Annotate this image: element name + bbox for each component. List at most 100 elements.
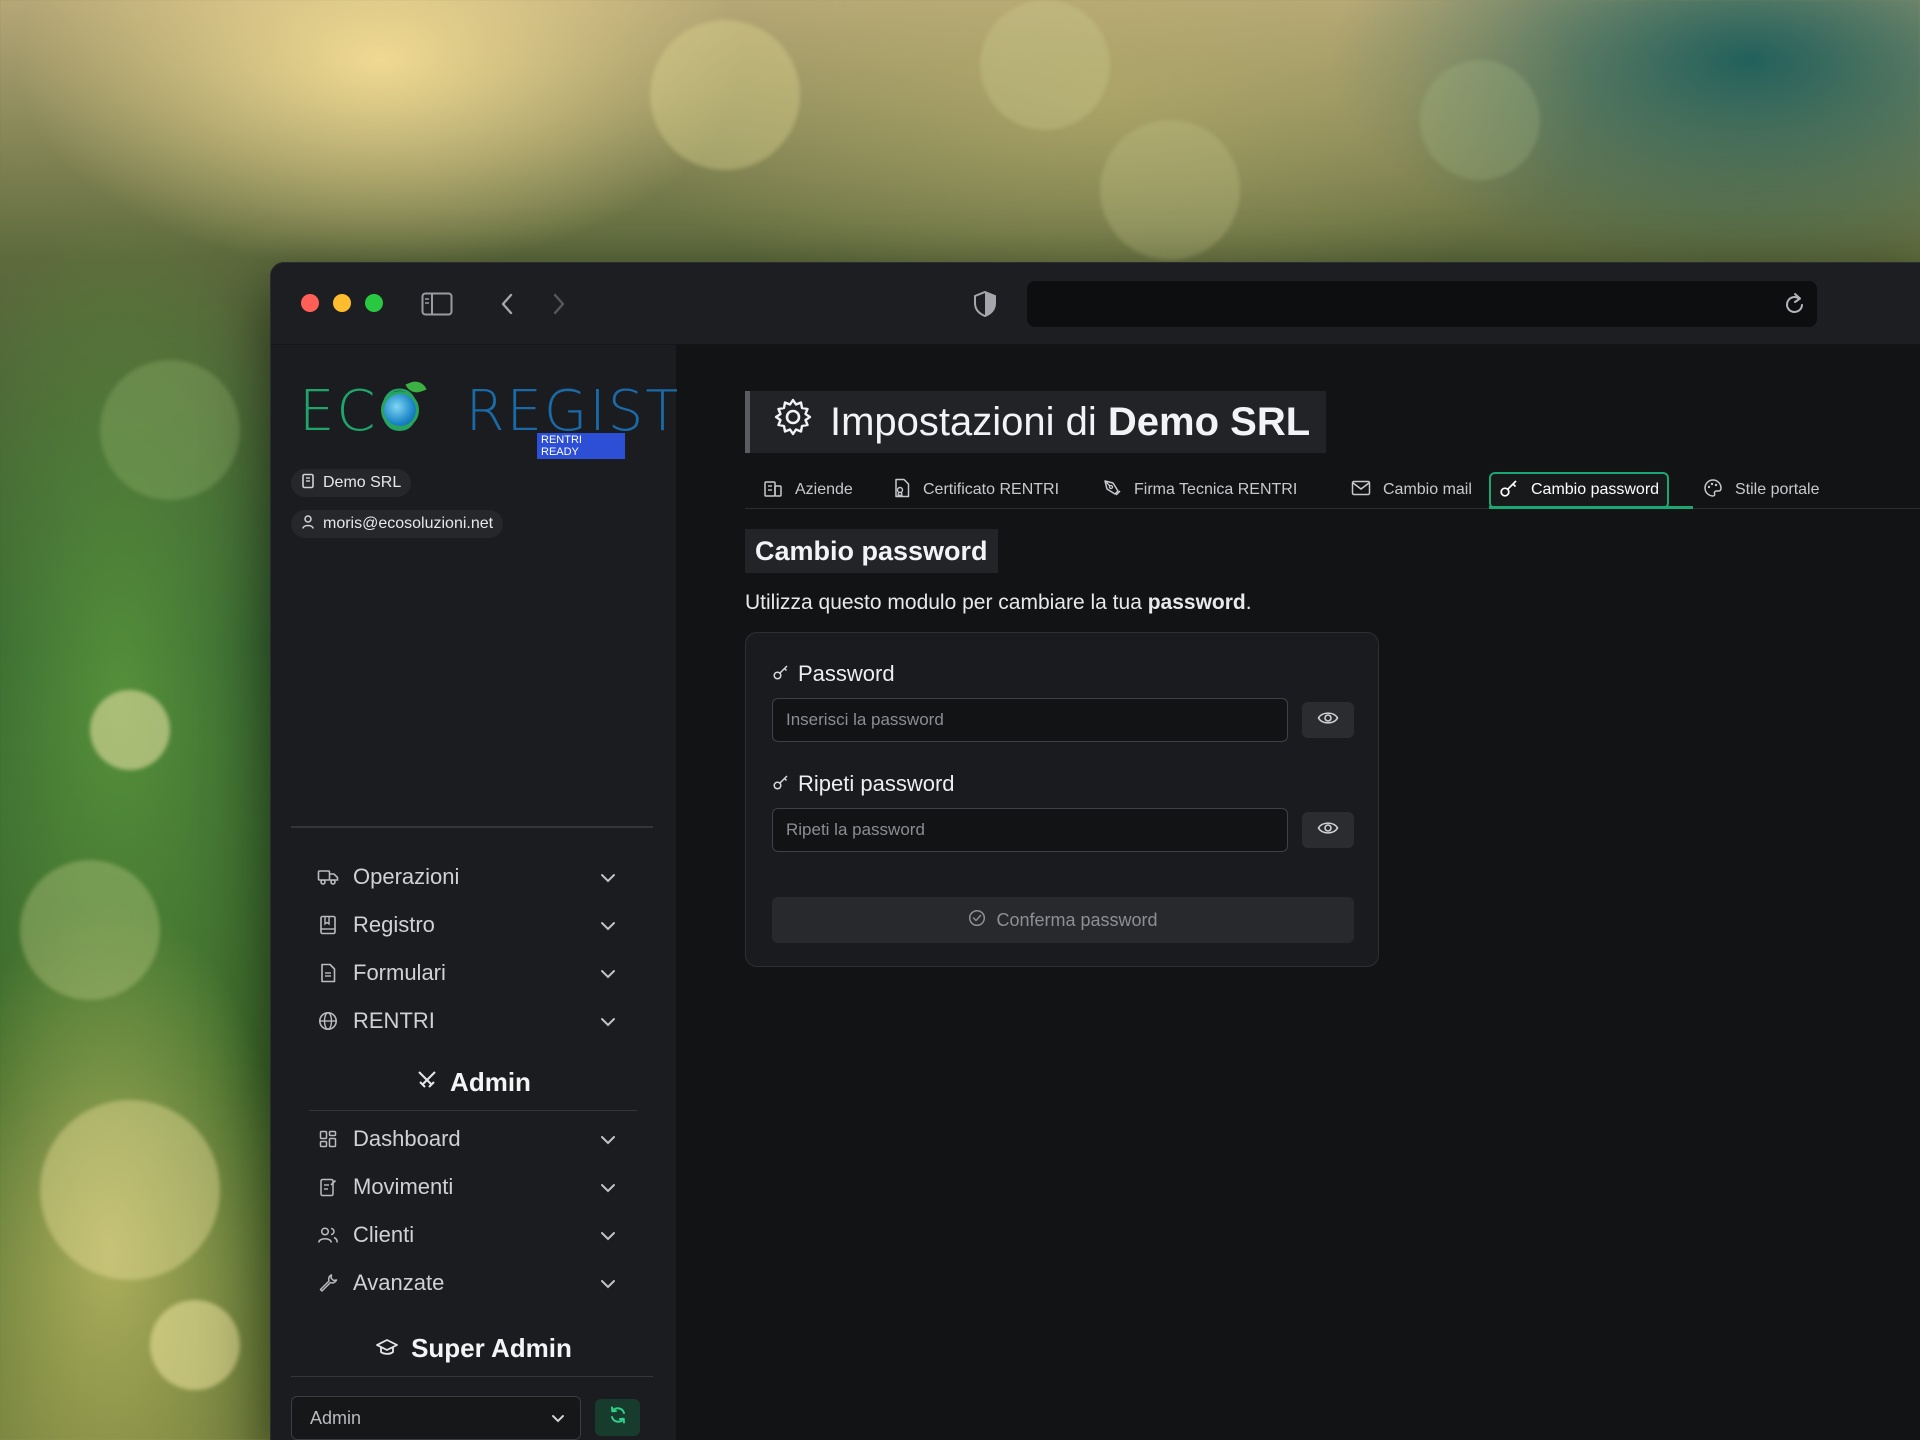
password-label: Password	[772, 661, 895, 687]
password-form-card: Password Inserisci la password Ripeti pa…	[745, 632, 1379, 967]
address-bar[interactable]	[1027, 281, 1817, 327]
password-placeholder: Inserisci la password	[786, 710, 944, 729]
nav-item-dashboard[interactable]: Dashboard	[317, 1121, 629, 1157]
tab-cambio-mail[interactable]: Cambio mail	[1351, 471, 1472, 509]
window-controls	[301, 294, 383, 312]
tab-label: Stile portale	[1735, 481, 1820, 498]
close-window-button[interactable]	[301, 294, 319, 312]
sidebar: ECO REGISTRI RENTRI READY Demo SRL moris@…	[271, 345, 739, 1440]
super-admin-title-text: Super Admin	[411, 1333, 572, 1363]
minimize-window-button[interactable]	[333, 294, 351, 312]
email-chip: moris@ecosoluzioni.net	[291, 510, 504, 538]
wrench-icon	[317, 1272, 339, 1294]
nav-item-clienti[interactable]: Clienti	[317, 1217, 629, 1253]
tab-stile-portale[interactable]: Stile portale	[1703, 471, 1820, 509]
confirm-password-label: Conferma password	[996, 909, 1158, 930]
chevron-down-icon	[599, 1177, 617, 1203]
company-chip: Demo SRL	[291, 469, 412, 497]
role-select-value: Admin	[310, 1407, 362, 1428]
browser-titlebar	[271, 263, 1920, 345]
section-description: Utilizza questo modulo per cambiare la t…	[745, 591, 1252, 615]
admin-title-text: Admin	[450, 1067, 531, 1097]
description-bold: password	[1147, 591, 1246, 614]
tab-aziende[interactable]: Aziende	[763, 471, 853, 509]
role-select[interactable]: Admin	[291, 1396, 581, 1440]
refresh-icon	[608, 1405, 628, 1430]
super-admin-section-title: Super Admin	[271, 1333, 676, 1364]
globe-logo-icon	[381, 391, 419, 429]
nav-label: Registro	[353, 912, 435, 937]
browser-window: ECO REGISTRI RENTRI READY Demo SRL moris@…	[270, 262, 1920, 1440]
forward-icon[interactable]	[543, 289, 575, 319]
confirm-password-button[interactable]: Conferma password	[772, 897, 1354, 943]
reload-icon[interactable]	[1783, 291, 1807, 322]
repeat-password-input[interactable]: Ripeti la password	[772, 808, 1288, 852]
chevron-down-icon	[599, 915, 617, 941]
description-text: Utilizza questo modulo per cambiare la t…	[745, 591, 1148, 614]
truck-icon	[317, 866, 339, 888]
super-admin-divider	[291, 1376, 653, 1377]
nav-item-formulari[interactable]: Formulari	[317, 955, 629, 991]
tab-label: Cambio password	[1531, 481, 1660, 498]
tab-label: Certificato RENTRI	[923, 481, 1060, 498]
password-input[interactable]: Inserisci la password	[772, 698, 1288, 742]
rentri-ready-badge: RENTRI READY	[537, 433, 625, 459]
nav-item-operazioni[interactable]: Operazioni	[317, 859, 629, 895]
key-icon	[1499, 478, 1519, 503]
repeat-password-label-text: Ripeti password	[798, 771, 955, 796]
key-icon	[772, 771, 790, 797]
tab-cambio-password[interactable]: Cambio password	[1489, 471, 1670, 509]
book-icon	[317, 914, 339, 936]
edit-list-icon	[317, 1176, 339, 1198]
nav-item-movimenti[interactable]: Movimenti	[317, 1169, 629, 1205]
repeat-password-placeholder: Ripeti la password	[786, 820, 925, 839]
description-suffix: .	[1245, 591, 1252, 614]
certificate-icon	[893, 478, 911, 503]
sidebar-toggle-icon[interactable]	[421, 289, 453, 319]
page-title-prefix: Impostazioni di	[830, 399, 1097, 444]
building-icon	[301, 473, 315, 494]
key-icon	[772, 661, 790, 687]
user-icon	[301, 514, 315, 535]
section-heading: Cambio password	[745, 529, 998, 573]
chevron-down-icon	[599, 1273, 617, 1299]
nav-label: Dashboard	[353, 1126, 461, 1151]
swords-icon	[416, 1067, 438, 1098]
settings-tabs: Aziende Certificato RENTRI Firma Tecnica…	[745, 471, 1920, 509]
chevron-down-icon	[599, 1225, 617, 1251]
back-icon[interactable]	[491, 289, 523, 319]
mail-icon	[1351, 479, 1371, 502]
users-icon	[317, 1224, 339, 1246]
nav-item-avanzate[interactable]: Avanzate	[317, 1265, 629, 1301]
nav-label: Formulari	[353, 960, 446, 985]
settings-gear-icon	[772, 396, 814, 448]
company-name: Demo SRL	[323, 474, 402, 491]
main-content: Impostazioni di Demo SRL Aziende Certifi…	[677, 345, 1920, 1440]
check-circle-icon	[968, 909, 986, 932]
repeat-password-label: Ripeti password	[772, 771, 955, 797]
eye-icon	[1317, 820, 1339, 841]
nav-item-registro[interactable]: Registro	[317, 907, 629, 943]
password-label-text: Password	[798, 661, 895, 686]
ecoregistri-logo[interactable]: ECO REGISTRI RENTRI READY	[299, 378, 739, 459]
chevron-down-icon	[550, 1411, 566, 1432]
chevron-down-icon	[599, 867, 617, 893]
user-email: moris@ecosoluzioni.net	[323, 515, 494, 532]
tab-certificato-rentri[interactable]: Certificato RENTRI	[893, 471, 1059, 509]
privacy-shield-icon[interactable]	[969, 289, 1001, 319]
nav-item-rentri[interactable]: RENTRI	[317, 1003, 629, 1039]
refresh-button[interactable]	[595, 1399, 640, 1436]
tab-firma-tecnica-rentri[interactable]: Firma Tecnica RENTRI	[1102, 471, 1297, 509]
chevron-down-icon	[599, 963, 617, 989]
toggle-password-visibility-button[interactable]	[1302, 702, 1354, 738]
nav-label: Clienti	[353, 1222, 415, 1247]
chevron-down-icon	[599, 1129, 617, 1155]
eye-icon	[1317, 710, 1339, 731]
admin-section-title: Admin	[271, 1067, 676, 1098]
maximize-window-button[interactable]	[365, 294, 383, 312]
admin-divider	[309, 1110, 637, 1111]
nav-label: RENTRI	[353, 1008, 435, 1033]
tab-label: Aziende	[795, 481, 853, 498]
palette-icon	[1703, 478, 1723, 503]
toggle-repeat-password-visibility-button[interactable]	[1302, 812, 1354, 848]
